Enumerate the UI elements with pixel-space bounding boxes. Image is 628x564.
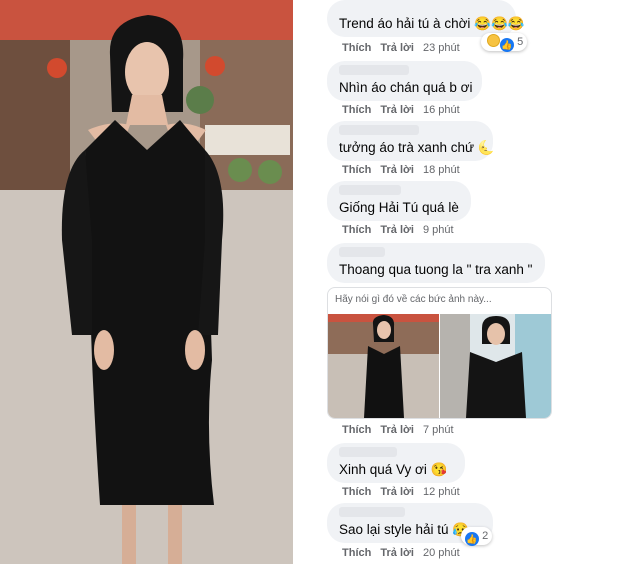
- like-reaction-icon: 👍: [465, 532, 479, 546]
- reply-link[interactable]: Trả lời: [380, 424, 414, 436]
- like-link[interactable]: Thích: [342, 486, 371, 498]
- reaction-summary[interactable]: 👍 2: [461, 527, 493, 546]
- photo-attachment-card[interactable]: Hãy nói gì đó về các bức ảnh này...: [327, 287, 552, 419]
- comment-text: Thoang qua tuong la " tra xanh ": [339, 262, 533, 277]
- main-photo: [0, 0, 293, 564]
- comment-text: Xinh quá Vy ơi 😘: [339, 462, 448, 477]
- like-link[interactable]: Thích: [342, 164, 371, 176]
- comment-time: 18 phút: [422, 164, 460, 176]
- photo-illustration: [0, 0, 293, 564]
- comment-actions: Thích Trả lời 20 phút: [342, 547, 460, 559]
- comment-time: 9 phút: [422, 224, 454, 236]
- redacted-author-name: [339, 507, 405, 517]
- comment-time: 12 phút: [422, 486, 460, 498]
- redacted-author-name: [339, 247, 385, 257]
- comment-bubble: Thoang qua tuong la " tra xanh ": [327, 243, 545, 283]
- reaction-summary[interactable]: 👍 5: [481, 33, 528, 52]
- like-link[interactable]: Thích: [342, 547, 371, 559]
- comment-text: Giống Hải Tú quá lè: [339, 200, 459, 215]
- reply-link[interactable]: Trả lời: [380, 486, 414, 498]
- comment-bubble: Trend áo hải tú à chời 😂😂😂: [327, 0, 525, 37]
- haha-reaction-icon: [487, 34, 500, 47]
- redacted-author-name: [339, 185, 401, 195]
- attachment-photo-2[interactable]: [440, 314, 551, 418]
- comment-text: Trend áo hải tú à chời 😂😂😂: [339, 16, 525, 31]
- comment-bubble: tưởng áo trà xanh chứ 🌜: [327, 121, 495, 161]
- attachment-hint: Hãy nói gì đó về các bức ảnh này...: [335, 294, 492, 305]
- like-link[interactable]: Thích: [342, 224, 371, 236]
- redacted-author-name: [339, 65, 409, 75]
- redacted-author-name: [339, 447, 397, 457]
- reply-link[interactable]: Trả lời: [380, 164, 414, 176]
- comment-actions: Thích Trả lời 18 phút: [342, 164, 460, 176]
- reply-link[interactable]: Trả lời: [380, 104, 414, 116]
- comment-actions: Thích Trả lời 7 phút: [342, 424, 454, 436]
- like-reaction-icon: 👍: [500, 38, 514, 52]
- reply-link[interactable]: Trả lời: [380, 547, 414, 559]
- thumbnail-1-illustration: [328, 314, 439, 418]
- attachment-photo-1[interactable]: [328, 314, 439, 418]
- comment-bubble: Xinh quá Vy ơi 😘: [327, 443, 465, 483]
- comment-actions: Thích Trả lời 9 phút: [342, 224, 454, 236]
- like-link[interactable]: Thích: [342, 42, 371, 54]
- comment-time: 20 phút: [422, 547, 460, 559]
- comment-bubble: Nhìn áo chán quá b ơi: [327, 61, 482, 101]
- comment-list: Trend áo hải tú à chời 😂😂😂 👍 5 Thích Trả…: [293, 0, 628, 564]
- comment-actions: Thích Trả lời 23 phút: [342, 42, 460, 54]
- comment-bubble: Giống Hải Tú quá lè: [327, 181, 471, 221]
- comment-actions: Thích Trả lời 16 phút: [342, 104, 460, 116]
- redacted-author-name: [339, 125, 419, 135]
- reaction-count: 5: [517, 36, 524, 48]
- thumbnail-2-illustration: [440, 314, 551, 418]
- reply-link[interactable]: Trả lời: [380, 42, 414, 54]
- comment-text: tưởng áo trà xanh chứ 🌜: [339, 140, 495, 155]
- comment-time: 7 phút: [422, 424, 454, 436]
- like-link[interactable]: Thích: [342, 424, 371, 436]
- like-link[interactable]: Thích: [342, 104, 371, 116]
- comment-text: Nhìn áo chán quá b ơi: [339, 80, 473, 95]
- reaction-count: 2: [482, 530, 489, 542]
- comment-text: Sao lại style hải tú 😥: [339, 522, 470, 537]
- comment-actions: Thích Trả lời 12 phút: [342, 486, 460, 498]
- reply-link[interactable]: Trả lời: [380, 224, 414, 236]
- comment-time: 23 phút: [422, 42, 460, 54]
- comment-time: 16 phút: [422, 104, 460, 116]
